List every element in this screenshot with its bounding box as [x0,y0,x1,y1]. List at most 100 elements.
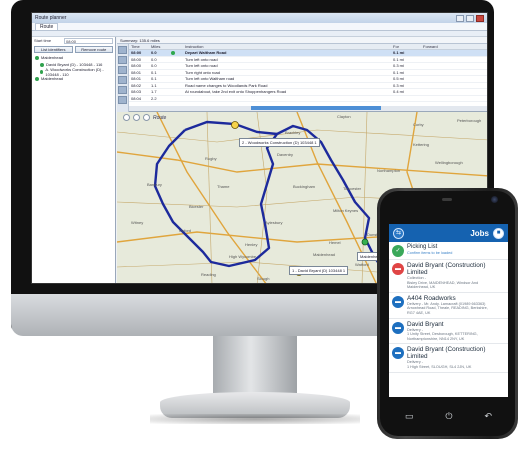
cell-forward [423,83,487,89]
job-title: David Bryant [407,320,444,328]
thumbnail[interactable] [118,56,127,64]
start-time-label: Start time [34,38,52,43]
thumbnail[interactable] [118,66,127,74]
cell-instruction: Turn right onto road [185,69,220,75]
phone-screen: ⇆ Jobs ■ ✓ Picking List Confirm items to b… [389,224,508,397]
cell-for: 0.5 mi [393,76,404,81]
map-place-label: Brackley [285,130,301,135]
col-for[interactable]: For [393,44,423,49]
truck-icon: ▬ [392,347,404,360]
stop-dot-icon [35,55,39,60]
job-detail: Maidenhead, UK [407,285,436,290]
tab-route[interactable]: Route [35,23,59,30]
cell-time: 08:00 [131,56,142,62]
map-place-label: Maidenhead [313,252,336,257]
cell-forward [423,89,487,95]
thumbnail[interactable] [118,96,127,104]
job-list-item[interactable]: ▬ David Bryant (Construction) Limited Coll… [389,260,508,293]
cell-miles: 0.0 [151,56,157,62]
cell-for: 0.3 mi [393,63,404,68]
cell-for: 0.1 mi [393,56,404,62]
job-detail: Confirm items to be loaded [407,251,453,255]
cell-for: 0.1 mi [393,69,404,75]
start-time-row: Start time 08:00 [32,37,115,45]
cell-forward [423,50,487,56]
map-mode-label[interactable]: Route [153,115,166,121]
maximize-button[interactable] [466,14,474,22]
cell-time: 08:00 [131,63,142,68]
stop-dot-icon [35,76,39,81]
job-list-item[interactable]: ✓ Picking List Confirm items to be loaded [389,242,508,260]
map-place-label: Peterborough [457,118,482,123]
cell-for: 0.1 mi [393,50,405,55]
job-detail: RG7 4AE, UK [407,310,431,315]
job-body: David Bryant (Construction) Limited Colle… [407,262,505,290]
thumbnail[interactable] [118,76,127,84]
list-identifiers-button[interactable]: List identifiers [34,46,73,53]
table-row[interactable]: 08:04 2.2 [129,96,487,102]
map-place-label: Rugby [205,156,217,161]
start-time-input[interactable]: 08:00 [64,38,113,44]
minimize-button[interactable] [456,14,464,22]
scroll-thumb[interactable] [251,106,381,110]
col-forward[interactable]: Forward [423,44,487,49]
map-place-label: Banbury [147,182,162,187]
thumbnail[interactable] [118,46,127,54]
horizontal-scrollbar[interactable] [129,106,487,111]
phone-speaker [442,198,452,201]
cell-for [393,96,423,102]
cell-instruction: Depart Waltham Road [185,50,227,55]
tree-item[interactable]: A. Woodworks Construction (D) - 103448 -… [32,66,115,77]
cell-instruction: At roundabout, take 2nd exit onto Shoppe… [185,89,287,94]
map-place-label: Clayton [337,114,351,119]
job-list-item[interactable]: ▬ A404 Roadworks Delivery - Mr. Andy. Lama… [389,293,508,319]
map-callout[interactable]: 1 - David Bryant (D) 103448 1 [289,266,349,275]
window-titlebar: Route planner [32,13,487,23]
back-icon[interactable]: ↶ [484,411,492,422]
power-icon[interactable]: ⏻ [445,411,452,422]
remove-route-button[interactable]: Remove route [74,46,113,53]
job-list-item[interactable]: ▬ David Bryant Delivery -1 Unity Street, D… [389,319,508,345]
pan-icon[interactable] [143,114,150,121]
cell-instruction [185,96,393,102]
app-title: Jobs [470,228,489,238]
check-icon: ✓ [392,245,404,257]
map-place-label: Towcester [343,186,362,191]
job-title: Picking List [407,244,438,250]
map-place-label: Thame [217,184,230,189]
map-place-label: Aylesbury [265,220,283,225]
map-place-label: Witney [131,220,144,225]
zoom-out-icon[interactable] [133,114,140,121]
truck-icon: ▬ [392,263,404,275]
cell-miles: 1.1 [151,82,157,88]
cell-time: 08:00 [131,50,142,55]
tree-item[interactable]: Maidenhead [32,54,115,61]
map-place-label: Buckingham [293,184,316,189]
jobs-list: ✓ Picking List Confirm items to be loaded ▬… [389,242,508,373]
tree-item-label: Maidenhead [41,76,64,81]
cell-miles: 0.0 [151,63,157,68]
tree-item-label: A. Woodworks Construction (D) - 103448 -… [45,66,104,77]
truck-icon: ▬ [392,295,404,308]
truck-icon: ▬ [392,321,404,334]
menu-icon[interactable]: ▭ [405,411,414,422]
map-place-label: High Wycombe [229,254,257,259]
sync-icon[interactable]: ⇆ [393,227,404,239]
depart-icon [171,51,175,55]
job-detail: Northamptonshire, NN14 2NY, UK [407,336,465,341]
job-body: David Bryant Delivery -1 Unity Street, De… [407,321,505,342]
col-time[interactable]: Time [129,44,151,49]
job-list-item[interactable]: ▬ David Bryant (Construction) Limited Deli… [389,344,508,373]
cell-forward [423,96,487,102]
truck-icon[interactable]: ■ [493,227,504,239]
col-miles[interactable]: Miles [151,44,171,49]
map-place-label: Wellingborough [435,160,463,165]
map-callout[interactable]: 2 - Woodworks Construction (D) 103448 1 [239,138,320,147]
map-toolbar: Route [123,114,166,121]
cell-forward [423,63,487,69]
thumbnail[interactable] [118,86,127,94]
close-button[interactable] [476,14,484,22]
cell-for: 0.3 mi [393,82,404,88]
col-instruction[interactable]: Instruction [185,44,393,49]
zoom-in-icon[interactable] [123,114,130,121]
